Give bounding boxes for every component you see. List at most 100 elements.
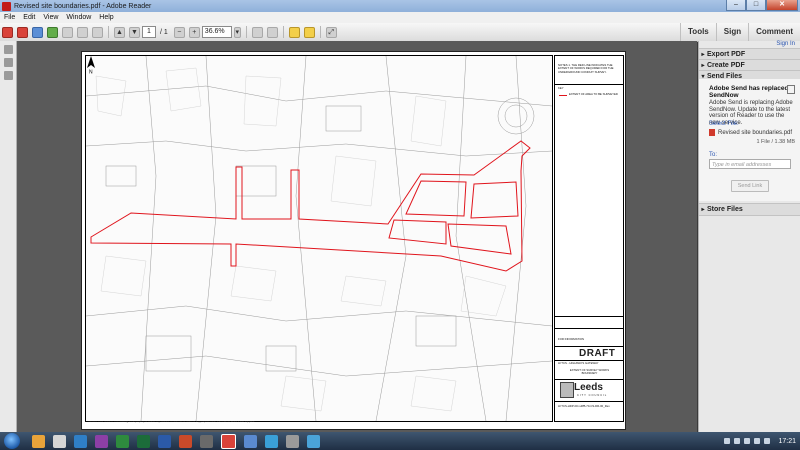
drawing-title: EXTENT OF SURVEY WORKS BOUNDARY <box>569 368 610 376</box>
site-map: N <box>85 55 553 422</box>
app-icon[interactable] <box>286 434 299 448</box>
chevron-right-icon: ▸ <box>701 207 705 213</box>
powerpoint-icon[interactable] <box>179 434 192 448</box>
email-icon[interactable] <box>92 26 103 38</box>
toolbar-divider <box>282 26 284 38</box>
layers-icon[interactable] <box>3 71 13 80</box>
to-label: To: <box>709 152 718 158</box>
save-icon[interactable] <box>62 26 73 38</box>
key-item: EXTENT OF AREA TO BE SURVEYED <box>569 92 618 96</box>
email-input[interactable]: Type in email addresses <box>709 159 791 169</box>
minimize-button[interactable]: – <box>726 0 746 11</box>
zoom-input[interactable]: 36.6% <box>201 26 232 38</box>
volume-icon[interactable] <box>764 438 771 444</box>
divider <box>555 316 623 317</box>
key-line-icon <box>559 95 567 96</box>
page-number-input[interactable]: 1 <box>142 26 156 38</box>
skype-icon[interactable] <box>265 434 278 448</box>
zoom-in-icon[interactable]: + <box>188 26 200 38</box>
copyright-footer: © CROWN COPYRIGHT. This drawing is the p… <box>85 421 255 423</box>
tab-tools[interactable]: Tools <box>680 23 716 41</box>
tools-pane: Sign In ▸ Export PDF ▸ Create PDF ▾ Send Fi… <box>698 41 800 432</box>
create-pdf-icon[interactable] <box>17 26 28 38</box>
zoom-out-icon[interactable]: − <box>173 26 185 38</box>
sign-in-link[interactable]: Sign In <box>776 41 795 47</box>
council-crest-icon <box>560 382 574 398</box>
menu-view[interactable]: View <box>39 14 62 21</box>
title-bar: Revised site boundaries.pdf - Adobe Read… <box>0 0 800 12</box>
navigation-pane <box>0 41 17 432</box>
page-thumbnails-icon[interactable] <box>3 45 13 54</box>
edit-icon[interactable] <box>32 26 43 38</box>
toolbar-divider <box>319 26 321 38</box>
menu-file[interactable]: File <box>0 14 19 21</box>
file-size: 1 File / 1.38 MB <box>756 139 795 145</box>
divider <box>555 346 623 347</box>
survey-boundary <box>90 140 531 272</box>
clock[interactable]: 17:21 <box>778 438 796 445</box>
title-block: NOTES 1. THE RED LINE INDICATES THE EXTE… <box>554 55 624 422</box>
divider <box>555 401 623 402</box>
menu-bar: File Edit View Window Help <box>0 12 800 23</box>
onenote-icon[interactable] <box>95 434 108 448</box>
project-name: LFTCS - HIGHWAYS GATEWAY <box>558 361 599 365</box>
word-icon[interactable] <box>158 434 171 448</box>
drawing-purpose: FOR INFORMATION <box>558 337 585 341</box>
document-viewer[interactable]: N NOTES 1. THE RED LINE INDICATES THE EX… <box>17 41 697 432</box>
menu-edit[interactable]: Edit <box>19 14 39 21</box>
publisher-icon[interactable] <box>137 434 150 448</box>
taskbar: 17:21 <box>0 432 800 450</box>
fit-width-icon[interactable] <box>266 26 278 38</box>
zoom-dropdown-icon[interactable]: ▾ <box>233 26 241 38</box>
tray-icon[interactable] <box>744 438 751 444</box>
pdf-page: N NOTES 1. THE RED LINE INDICATES THE EX… <box>81 51 626 430</box>
selected-file[interactable]: Revised site boundaries.pdf <box>709 128 793 137</box>
network-icon[interactable] <box>754 438 761 444</box>
bookmarks-icon[interactable] <box>3 58 13 67</box>
council-logo: Leeds <box>574 382 603 393</box>
copy-icon[interactable] <box>787 85 795 94</box>
prev-page-icon[interactable]: ▲ <box>114 26 125 38</box>
print-icon[interactable] <box>77 26 88 38</box>
store-files-section[interactable]: ▸ Store Files <box>699 203 800 216</box>
key-label: KEY <box>558 86 564 90</box>
tray-icon[interactable] <box>724 438 731 444</box>
ie-icon[interactable] <box>307 434 320 448</box>
comment-icon[interactable] <box>288 26 300 38</box>
toolbar-divider <box>108 26 109 38</box>
north-arrow-icon: N <box>87 56 95 75</box>
tab-comment[interactable]: Comment <box>748 23 800 41</box>
fit-page-icon[interactable] <box>251 26 263 38</box>
page-total: / 1 <box>160 28 168 36</box>
open-icon[interactable] <box>2 26 13 38</box>
adobe-reader-icon <box>2 1 11 11</box>
create-pdf-label: Create PDF <box>707 62 745 69</box>
maximize-button[interactable]: □ <box>746 0 766 11</box>
cloud-icon[interactable] <box>47 26 58 38</box>
right-tabs: Tools Sign Comment <box>680 23 800 41</box>
start-button[interactable] <box>4 433 20 449</box>
outlook-icon[interactable] <box>74 434 87 448</box>
svg-text:N: N <box>89 70 93 75</box>
media-icon[interactable] <box>53 434 66 448</box>
menu-window[interactable]: Window <box>62 14 95 21</box>
window-title: Revised site boundaries.pdf - Adobe Read… <box>14 2 152 10</box>
tab-sign[interactable]: Sign <box>715 23 748 41</box>
drawing-number: LFTCS-HDP-DC-HPB-70-CS-DR-00_Rev <box>558 404 610 408</box>
browser-icon[interactable] <box>244 434 257 448</box>
next-page-icon[interactable]: ▼ <box>129 26 140 38</box>
divider <box>555 328 623 329</box>
close-button[interactable]: ✕ <box>766 0 798 11</box>
expand-icon[interactable]: ⤢ <box>325 26 337 38</box>
highlight-icon[interactable] <box>303 26 315 38</box>
excel-icon[interactable] <box>116 434 129 448</box>
send-link-button[interactable]: Send Link <box>731 180 769 192</box>
menu-help[interactable]: Help <box>95 14 117 21</box>
explorer-icon[interactable] <box>32 434 45 448</box>
export-pdf-label: Export PDF <box>707 51 746 58</box>
system-tray: 17:21 <box>722 432 796 450</box>
tray-icon[interactable] <box>734 438 741 444</box>
app-icon[interactable] <box>200 434 213 448</box>
select-file-label: Select File: <box>709 121 739 127</box>
adobe-reader-taskbar-icon[interactable] <box>221 433 236 449</box>
